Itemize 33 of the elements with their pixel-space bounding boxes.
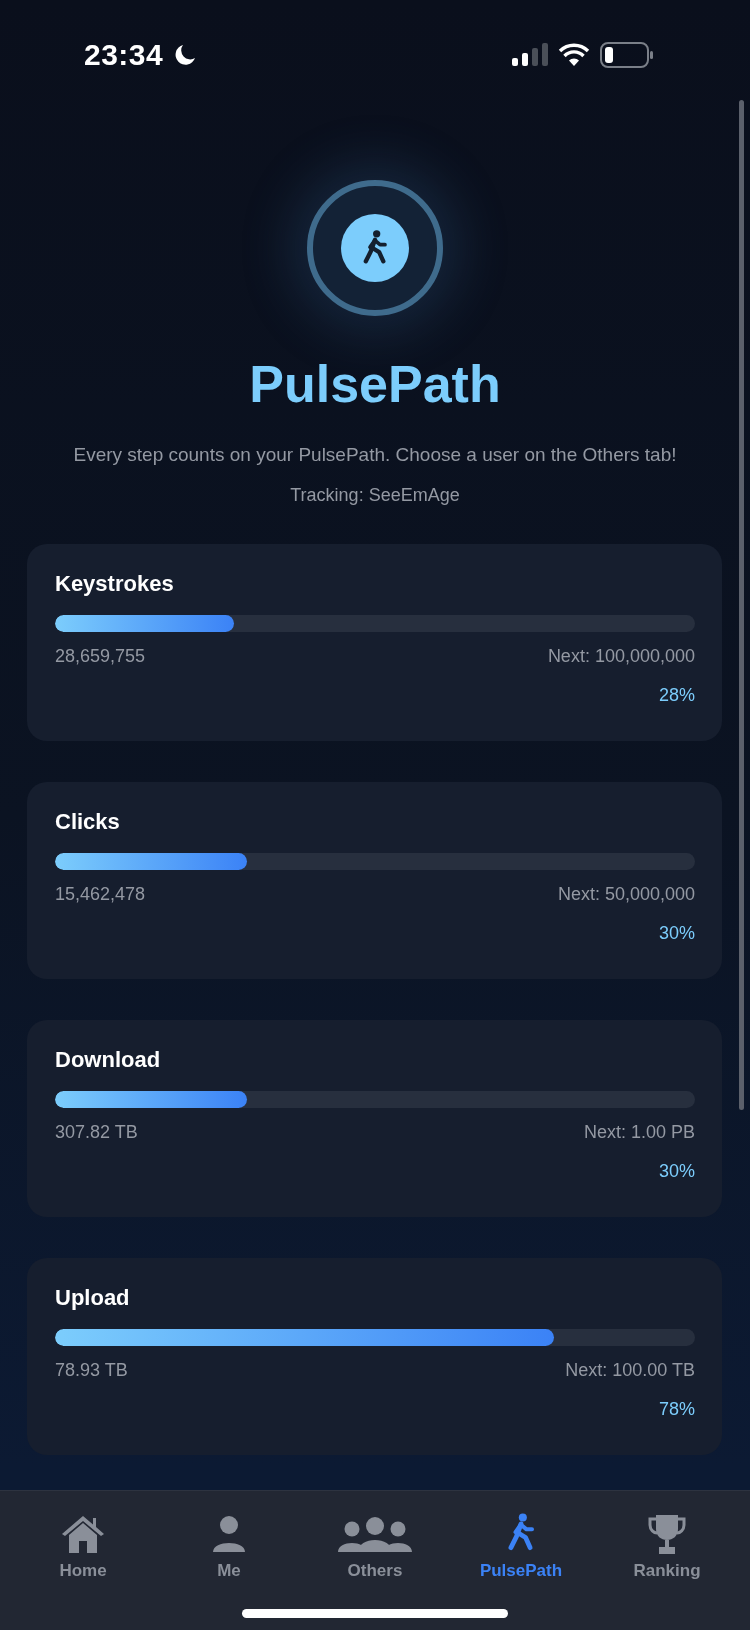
subtitle: Every step counts on your PulsePath. Choose a user on the Others tab! [72,443,678,467]
metric-percent: 78% [658,1399,695,1420]
next-goal: Next: 1.00 PB [583,1122,695,1143]
status-time: 23:34 [84,38,164,72]
tab-item[interactable]: Me [156,1505,302,1581]
metric-value: 15,462,478 [55,884,146,905]
tab-item[interactable]: Home [10,1505,156,1581]
app-title: PulsePath [249,354,501,414]
next-goal: Next: 50,000,000 [557,884,695,905]
metric-title: Clicks [55,808,121,836]
next-goal: Next: 100.00 TB [565,1360,695,1381]
metric-percent: 30% [658,1161,695,1182]
metric-title: Download [55,1046,162,1074]
metric-percent: 28% [658,685,695,706]
tab-item[interactable]: Ranking [594,1505,740,1581]
tracking-label: Tracking: SeeEmAge [290,485,460,506]
group-icon [338,1515,412,1555]
metric-value: 28,659,755 [55,646,146,667]
metric-value: 78.93 TB [55,1360,128,1381]
metric-value: 307.82 TB [55,1122,138,1143]
signal-icon [512,43,548,67]
metric-title: Upload [55,1284,131,1312]
metric-percent: 30% [658,923,695,944]
next-goal: Next: 100,000,000 [547,646,695,667]
person-icon [212,1515,246,1555]
tab-item[interactable]: Others [302,1505,448,1581]
trophy-icon [647,1513,687,1555]
house-icon [60,1513,106,1555]
wifi-icon [558,43,590,67]
tab-item[interactable]: PulsePath [448,1505,594,1581]
battery-icon [600,42,654,68]
moon-icon [173,43,198,67]
metric-title: Keystrokes [55,570,175,598]
